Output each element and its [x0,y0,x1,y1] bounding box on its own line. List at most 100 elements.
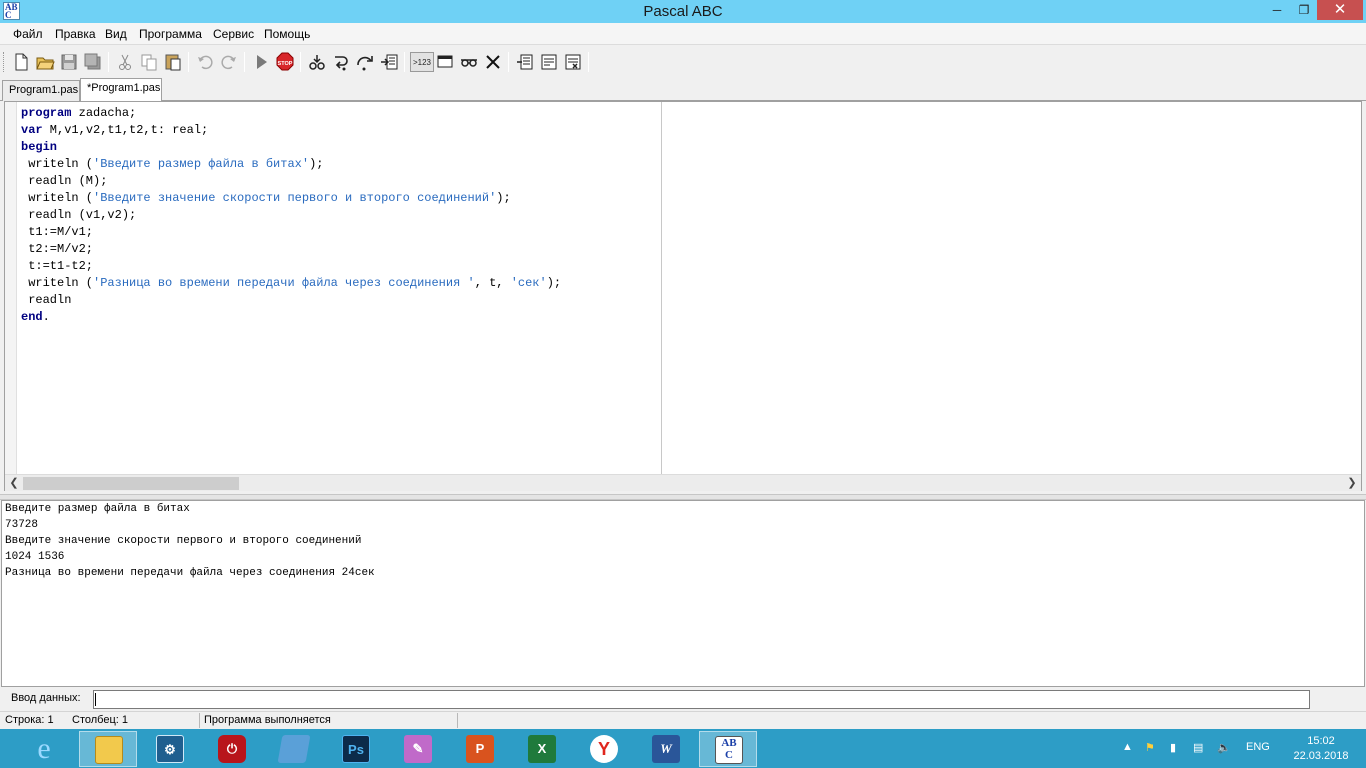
status-row: Строка: 1 [5,714,54,726]
code-line[interactable]: var M,v1,v2,t1,t2,t: real; [21,122,561,139]
menu-bar: Файл Правка Вид Программа Сервис Помощь [0,23,1366,45]
paste-icon[interactable] [163,52,183,72]
code-editor[interactable]: program zadacha; var M,v1,v2,t1,t2,t: rea… [4,101,1362,491]
save-icon[interactable] [59,52,79,72]
output-line: Разница во времени передачи файла через … [5,567,375,579]
code-line[interactable]: t2:=M/v2; [21,241,561,258]
power-button-taskbar-icon[interactable]: ⏻ [203,731,261,767]
code-line[interactable]: readln (M); [21,173,561,190]
run-to-cursor-icon[interactable] [379,52,399,72]
menu-view[interactable]: Вид [105,27,127,41]
remote-desktop-taskbar-icon[interactable] [265,731,323,767]
save-all-icon[interactable] [83,52,103,72]
open-folder-icon[interactable] [35,52,55,72]
tab-program1-modified[interactable]: *Program1.pas [80,78,162,101]
code-line[interactable]: t:=t1-t2; [21,258,561,275]
toolbar-grip[interactable] [3,52,6,72]
yandex-browser-taskbar-icon[interactable]: Y [575,731,633,767]
powerpoint-taskbar-icon[interactable]: P [451,731,509,767]
code-token: ); [309,157,324,171]
stop-icon[interactable]: STOP [275,52,295,72]
file-explorer-taskbar-icon[interactable] [79,731,137,767]
code-token: writeln ( [21,191,94,205]
maximize-button[interactable]: ❐ [1291,0,1317,20]
code-text[interactable]: program zadacha; var M,v1,v2,t1,t2,t: rea… [21,105,561,326]
code-token: readln [21,293,72,307]
string-token: 'сек' [510,276,547,290]
show-hidden-icons-icon[interactable]: ▲ [1122,741,1133,753]
code-line[interactable]: t1:=M/v1; [21,224,561,241]
close-button[interactable]: ✕ [1317,0,1363,20]
scroll-left-icon[interactable]: ❮ [6,476,22,491]
menu-file[interactable]: Файл [13,27,43,41]
toolbar-separator [188,52,189,72]
output-line: Введите значение скорости первого и втор… [5,535,362,547]
menu-help[interactable]: Помощь [264,27,310,41]
system-clock[interactable]: 15:02 22.03.2018 [1290,734,1352,764]
svg-text:STOP: STOP [278,61,293,67]
menu-program[interactable]: Программа [139,27,202,41]
code-token: . [42,310,50,324]
code-line[interactable]: readln [21,292,561,309]
word-taskbar-icon[interactable]: W [637,731,695,767]
network-icon[interactable]: ▤ [1193,741,1203,754]
control-panel-taskbar-icon[interactable]: ⚙ [141,731,199,767]
string-token: 'Введите размер файла в битах' [93,157,310,171]
status-divider [199,713,200,728]
window-title: Pascal ABC [643,3,723,20]
rebuild-icon[interactable] [539,52,559,72]
menu-edit[interactable]: Правка [55,27,96,41]
internet-explorer-taskbar-icon[interactable]: e [15,731,73,767]
keyword-token: var [21,123,43,137]
photoshop-taskbar-icon[interactable]: Ps [327,731,385,767]
code-line[interactable]: readln (v1,v2); [21,207,561,224]
copy-icon[interactable] [139,52,159,72]
step-into-icon[interactable] [331,52,351,72]
horizontal-scrollbar[interactable]: ❮ ❯ [5,474,1361,491]
code-token: writeln ( [21,276,94,290]
volume-icon[interactable]: 🔈 [1217,741,1231,754]
code-token: t:=t1-t2; [21,259,94,273]
window-icon[interactable] [435,52,455,72]
keyword-token: program [21,106,72,120]
status-message: Программа выполняется [204,714,331,726]
keyword-token: end [21,310,43,324]
toolbar-separator [404,52,405,72]
toolbar-separator [108,52,109,72]
tab-program1[interactable]: Program1.pas [2,80,80,101]
code-line[interactable]: begin [21,139,561,156]
minimize-button[interactable]: ─ [1264,0,1290,20]
new-file-icon[interactable] [11,52,31,72]
close-x-icon[interactable] [483,52,503,72]
scrollbar-thumb[interactable] [23,477,239,490]
code-line[interactable]: writeln ('Разница во времени передачи фа… [21,275,561,292]
pascal-abc-taskbar-icon[interactable]: AB C [699,731,757,767]
watch-icon[interactable]: >123 [410,52,434,72]
paint-taskbar-icon[interactable]: ✎ [389,731,447,767]
scroll-right-icon[interactable]: ❯ [1344,476,1360,491]
data-input-field[interactable] [93,690,1310,709]
compile-icon[interactable] [515,52,535,72]
settings-icon[interactable] [563,52,583,72]
toolbar-separator [508,52,509,72]
glasses-icon[interactable] [459,52,479,72]
redo-icon[interactable] [219,52,239,72]
action-center-flag-icon[interactable]: ⚑ [1145,741,1155,754]
run-icon[interactable] [251,52,271,72]
code-line[interactable]: writeln ('Введите размер файла в битах')… [21,156,561,173]
step-icon[interactable] [307,52,327,72]
menu-service[interactable]: Сервис [213,27,254,41]
code-token: ); [496,191,511,205]
undo-icon[interactable] [195,52,215,72]
step-over-icon[interactable] [355,52,375,72]
cut-icon[interactable] [115,52,135,72]
code-token: t1:=M/v1; [21,225,94,239]
excel-taskbar-icon[interactable]: X [513,731,571,767]
language-indicator[interactable]: ENG [1246,741,1270,753]
svg-text:>123: >123 [413,58,432,67]
code-line[interactable]: end. [21,309,561,326]
code-line[interactable]: program zadacha; [21,105,561,122]
usb-device-icon[interactable]: ▮ [1170,741,1176,754]
code-line[interactable]: writeln ('Введите значение скорости перв… [21,190,561,207]
toolbar: STOP >123 [0,46,1366,77]
